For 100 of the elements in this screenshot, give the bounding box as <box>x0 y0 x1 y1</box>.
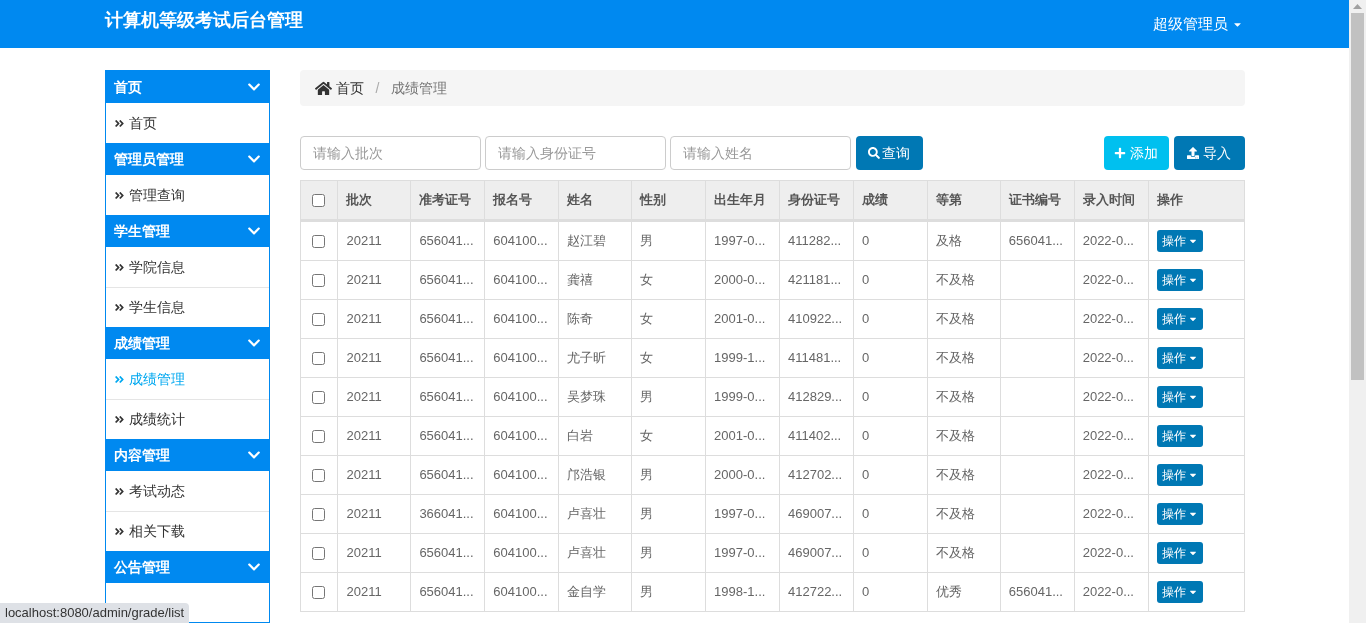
column-header: 出生年月 <box>714 191 767 210</box>
sidebar-group-header[interactable]: 学生管理 <box>105 215 269 247</box>
table-cell-text: 411402... <box>788 427 842 446</box>
column-header: 姓名 <box>567 191 594 210</box>
column-header: 操作 <box>1156 191 1183 210</box>
column-header: 批次 <box>346 191 373 210</box>
double-chevron-icon <box>113 485 125 497</box>
table-cell-text: 女 <box>640 310 654 329</box>
double-chevron-icon <box>113 189 125 201</box>
operation-dropdown-button[interactable]: 操作 <box>1156 386 1203 408</box>
table-cell-text: 男 <box>640 583 654 602</box>
table-cell-text: 2022-0... <box>1082 349 1134 368</box>
table-cell-text: 不及格 <box>935 427 975 446</box>
search-field[interactable]: 请输入批次 <box>299 136 481 170</box>
row-checkbox[interactable] <box>312 390 326 404</box>
user-menu[interactable]: 超级管理员 <box>1152 12 1243 36</box>
table-cell-text: 2022-0... <box>1082 505 1134 524</box>
table-cell-text: 不及格 <box>935 466 975 485</box>
sidebar-group-header[interactable]: 管理员管理 <box>105 143 269 175</box>
table-cell-text: 2022-0... <box>1082 271 1134 290</box>
site-title: 计算机等级考试后台管理 <box>104 8 303 32</box>
table-cell-text: 604100... <box>493 349 548 368</box>
table-cell-text: 604100... <box>493 583 548 602</box>
table-cell-text: 1997-0... <box>714 544 766 563</box>
operation-dropdown-button[interactable]: 操作 <box>1156 542 1203 564</box>
table-cell-text: 366041... <box>419 505 474 524</box>
select-all-checkbox[interactable] <box>312 193 326 207</box>
table-cell-text: 2001-0... <box>714 427 766 446</box>
operation-dropdown-button[interactable]: 操作 <box>1156 503 1203 525</box>
table-cell-text: 女 <box>640 427 654 446</box>
table-cell-text: 0 <box>861 349 870 368</box>
sidebar-group-header[interactable]: 内容管理 <box>105 439 269 471</box>
table-cell-text: 2022-0... <box>1082 427 1134 446</box>
table-cell-text: 男 <box>640 505 654 524</box>
sidebar-group-header[interactable]: 成绩管理 <box>105 327 269 359</box>
table-cell-text: 2001-0... <box>714 310 766 329</box>
double-chevron-icon <box>113 526 125 537</box>
table-cell-text: 2022-0... <box>1082 232 1134 251</box>
double-chevron-icon <box>113 373 125 385</box>
table-cell-text: 0 <box>861 388 870 407</box>
table-cell-text: 656041... <box>1008 583 1063 602</box>
double-chevron-icon <box>113 302 125 313</box>
home-icon <box>314 79 332 97</box>
row-checkbox[interactable] <box>312 351 326 365</box>
operation-dropdown-button[interactable]: 操作 <box>1156 269 1203 291</box>
table-cell-text: 656041... <box>419 349 474 368</box>
row-checkbox[interactable] <box>312 234 326 248</box>
table-cell-text: 20211 <box>346 232 382 251</box>
table-cell-text: 604100... <box>493 466 548 485</box>
row-checkbox[interactable] <box>312 273 326 287</box>
table-cell-text: 604100... <box>493 505 548 524</box>
column-header: 身份证号 <box>788 191 840 210</box>
table-cell-text: 2022-0... <box>1082 544 1134 563</box>
sidebar-group-header[interactable]: 首页 <box>105 71 269 103</box>
row-checkbox[interactable] <box>312 312 326 326</box>
table-cell-text: 411282... <box>788 232 842 251</box>
table-cell-text: 卢喜壮 <box>567 544 607 563</box>
table-cell-text: 656041... <box>419 583 474 602</box>
table-cell-text: 优秀 <box>935 583 962 602</box>
search-button[interactable]: 查询 <box>855 136 923 170</box>
import-button[interactable]: 导入 <box>1173 136 1245 170</box>
table-cell-text: 410922... <box>788 310 843 329</box>
table-cell-text: 及格 <box>935 232 962 251</box>
table-cell-text: 20211 <box>346 310 382 329</box>
table-cell-text: 20211 <box>346 271 382 290</box>
row-checkbox[interactable] <box>312 468 326 482</box>
operation-dropdown-button[interactable]: 操作 <box>1156 308 1203 330</box>
table-cell-text: 邝浩银 <box>567 466 607 485</box>
table-cell-text: 赵江碧 <box>567 232 607 251</box>
table-cell-text: 1997-0... <box>714 232 766 251</box>
table-cell-text: 604100... <box>493 310 548 329</box>
table-cell-text: 尤子昕 <box>567 349 607 368</box>
operation-dropdown-button[interactable]: 操作 <box>1156 464 1203 486</box>
table-cell-text: 412702... <box>788 466 843 485</box>
table-cell-text: 2000-0... <box>714 271 766 290</box>
table-cell-text: 女 <box>640 349 654 368</box>
table-cell-text: 20211 <box>346 466 382 485</box>
search-field[interactable]: 请输入姓名 <box>669 136 851 170</box>
table-cell-text: 不及格 <box>935 505 975 524</box>
row-checkbox[interactable] <box>312 507 326 521</box>
operation-dropdown-button[interactable]: 操作 <box>1156 425 1203 447</box>
table-cell-text: 0 <box>861 310 870 329</box>
column-header: 性别 <box>640 191 667 210</box>
double-chevron-icon <box>113 261 125 273</box>
row-checkbox[interactable] <box>312 585 326 599</box>
scrollbar-thumb[interactable] <box>1351 13 1364 380</box>
operation-dropdown-button[interactable]: 操作 <box>1156 347 1203 369</box>
operation-dropdown-button[interactable]: 操作 <box>1156 581 1203 603</box>
breadcrumb-link[interactable]: 首页 <box>314 77 364 99</box>
table-cell-text: 412829... <box>788 388 843 407</box>
sidebar-group-header[interactable]: 公告管理 <box>105 551 269 583</box>
operation-dropdown-button[interactable]: 操作 <box>1156 230 1203 252</box>
table-cell-text: 656041... <box>419 232 474 251</box>
table-cell-text: 2000-0... <box>714 466 766 485</box>
row-checkbox[interactable] <box>312 546 326 560</box>
search-field[interactable]: 请输入身份证号 <box>484 136 666 170</box>
table-cell-text: 469007... <box>788 544 843 563</box>
table-cell-text: 2022-0... <box>1082 388 1134 407</box>
row-checkbox[interactable] <box>312 429 326 443</box>
table-cell-text: 604100... <box>493 427 548 446</box>
